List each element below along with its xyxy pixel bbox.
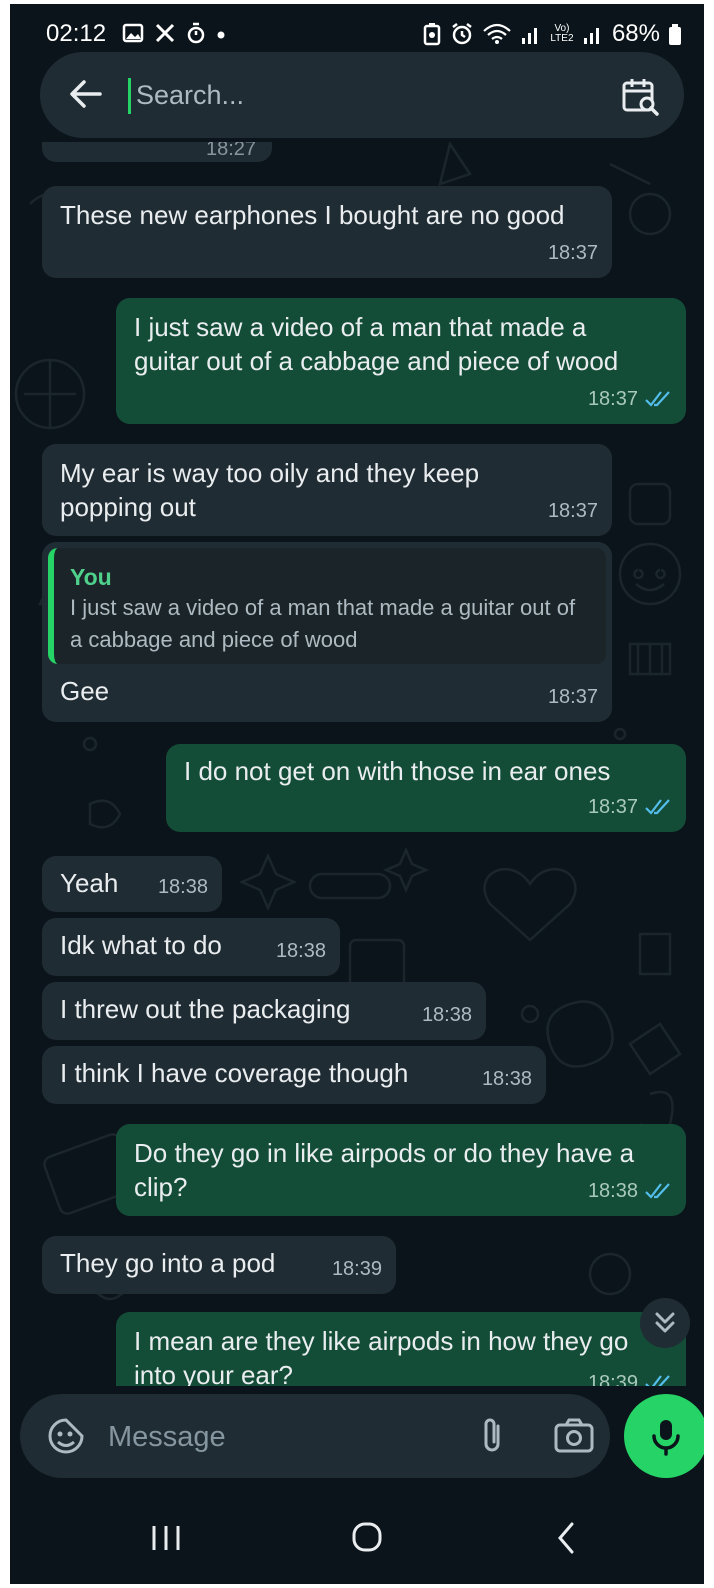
outgoing-message[interactable]: I mean are they like airpods in how they…: [116, 1312, 686, 1386]
search-bar: [40, 52, 684, 138]
incoming-message[interactable]: These new earphones I bought are no good…: [42, 186, 612, 278]
message-time: 18:38: [275, 940, 326, 962]
recent-apps-icon[interactable]: [136, 1514, 196, 1562]
outgoing-message[interactable]: Do they go in like airpods or do they ha…: [116, 1124, 686, 1216]
incoming-message[interactable]: Yeah 18:38: [42, 856, 222, 912]
quote-text: I just saw a video of a man that made a …: [70, 595, 576, 652]
message-time: 18:39: [331, 1258, 382, 1280]
timer-icon: [187, 22, 205, 44]
clipped-message: 18:27: [42, 142, 272, 162]
message-input[interactable]: [106, 1414, 450, 1460]
message-time: 18:37: [547, 242, 598, 264]
message-time: 18:37: [547, 686, 598, 708]
incoming-message[interactable]: They go into a pod 18:39: [42, 1236, 396, 1294]
message-text: Do they go in like airpods or do they ha…: [134, 1138, 635, 1202]
signal-icon: [521, 28, 537, 44]
message-time: 18:39: [587, 1372, 638, 1386]
message-text: I mean are they like airpods in how they…: [134, 1326, 629, 1386]
status-system-icons: Vo) LTE2 68%: [422, 20, 682, 48]
battery-saver-icon: [423, 23, 441, 46]
message-text: I do not get on with those in ear ones: [184, 756, 611, 786]
message-list[interactable]: 18:27 These new earphones I bought are n…: [10, 142, 704, 1386]
message-text: I think I have coverage though: [60, 1058, 409, 1088]
message-meta: 18:39: [332, 1252, 382, 1286]
message-time: 18:37: [587, 388, 638, 410]
read-ticks-icon: [645, 1183, 670, 1199]
incoming-message[interactable]: I think I have coverage though 18:38: [42, 1046, 546, 1104]
sticker-emoji-icon[interactable]: [46, 1416, 86, 1456]
message-meta: 18:38: [276, 934, 326, 968]
incoming-message[interactable]: I threw out the packaging 18:38: [42, 982, 486, 1040]
voice-message-button[interactable]: [624, 1394, 704, 1478]
volte-label: Vo) LTE2: [550, 23, 574, 44]
quote-author: You: [70, 564, 112, 590]
message-time: 18:38: [157, 876, 208, 898]
message-meta: 18:38: [482, 1062, 532, 1096]
message-meta: 18:39: [588, 1366, 672, 1386]
quoted-message[interactable]: You I just saw a video of a man that mad…: [48, 548, 606, 664]
system-navigation-bar: [10, 1492, 704, 1584]
camera-icon[interactable]: [552, 1414, 596, 1458]
home-icon[interactable]: [336, 1514, 396, 1562]
message-time: 18:37: [547, 500, 598, 522]
message-meta: 18:37: [588, 790, 672, 824]
message-text: Gee: [60, 676, 110, 706]
message-meta: 18:37: [548, 236, 598, 270]
calendar-search-icon[interactable]: [620, 76, 660, 116]
message-text: I threw out the packaging: [60, 994, 351, 1024]
microphone-icon: [652, 1420, 680, 1456]
attachment-icon[interactable]: [472, 1414, 512, 1458]
alarm-icon: [452, 23, 472, 45]
message-meta: 18:37: [548, 494, 598, 528]
x-icon: [155, 23, 175, 43]
message-time: 18:38: [587, 1180, 638, 1202]
double-chevron-down-icon: [655, 1312, 675, 1333]
message-text: These new earphones I bought are no good: [60, 200, 565, 230]
gallery-icon: [122, 23, 144, 43]
dot-icon: [217, 31, 225, 39]
message-composer: [20, 1394, 610, 1478]
read-ticks-icon: [645, 391, 670, 407]
incoming-message[interactable]: Idk what to do 18:38: [42, 918, 340, 976]
incoming-message[interactable]: My ear is way too oily and they keep pop…: [42, 444, 612, 536]
outgoing-message[interactable]: I do not get on with those in ear ones 1…: [166, 744, 686, 832]
message-text: They go into a pod: [60, 1248, 276, 1278]
message-meta: 18:38: [588, 1174, 672, 1208]
message-meta: 18:38: [158, 870, 208, 904]
wifi-icon: [483, 23, 511, 44]
incoming-reply-message[interactable]: You I just saw a video of a man that mad…: [42, 542, 612, 722]
read-ticks-icon: [645, 799, 670, 815]
message-text: I just saw a video of a man that made a …: [134, 312, 619, 376]
text-cursor: [128, 78, 131, 114]
scroll-to-bottom-button[interactable]: [640, 1298, 690, 1348]
message-meta: 18:37: [588, 382, 672, 416]
read-ticks-icon: [645, 1375, 670, 1386]
message-meta: 18:37: [548, 680, 598, 714]
back-icon[interactable]: [536, 1514, 596, 1562]
message-meta: 18:38: [422, 998, 472, 1032]
status-time: 02:12: [46, 20, 107, 47]
search-input[interactable]: [134, 72, 558, 118]
message-time: 18:38: [481, 1068, 532, 1090]
message-time: 18:37: [587, 796, 638, 818]
outgoing-message[interactable]: I just saw a video of a man that made a …: [116, 298, 686, 424]
message-text: My ear is way too oily and they keep pop…: [60, 458, 480, 522]
back-arrow-icon[interactable]: [66, 74, 106, 114]
message-time: 18:27: [206, 142, 257, 160]
battery-percent: 68%: [611, 20, 660, 47]
message-time: 18:38: [421, 1004, 472, 1026]
battery-icon: [669, 24, 681, 45]
signal-icon-2: [583, 28, 599, 44]
status-notification-icons: [122, 22, 226, 44]
chat-screen: 02:12 Vo) LTE2 68% 18:27: [10, 4, 704, 1584]
